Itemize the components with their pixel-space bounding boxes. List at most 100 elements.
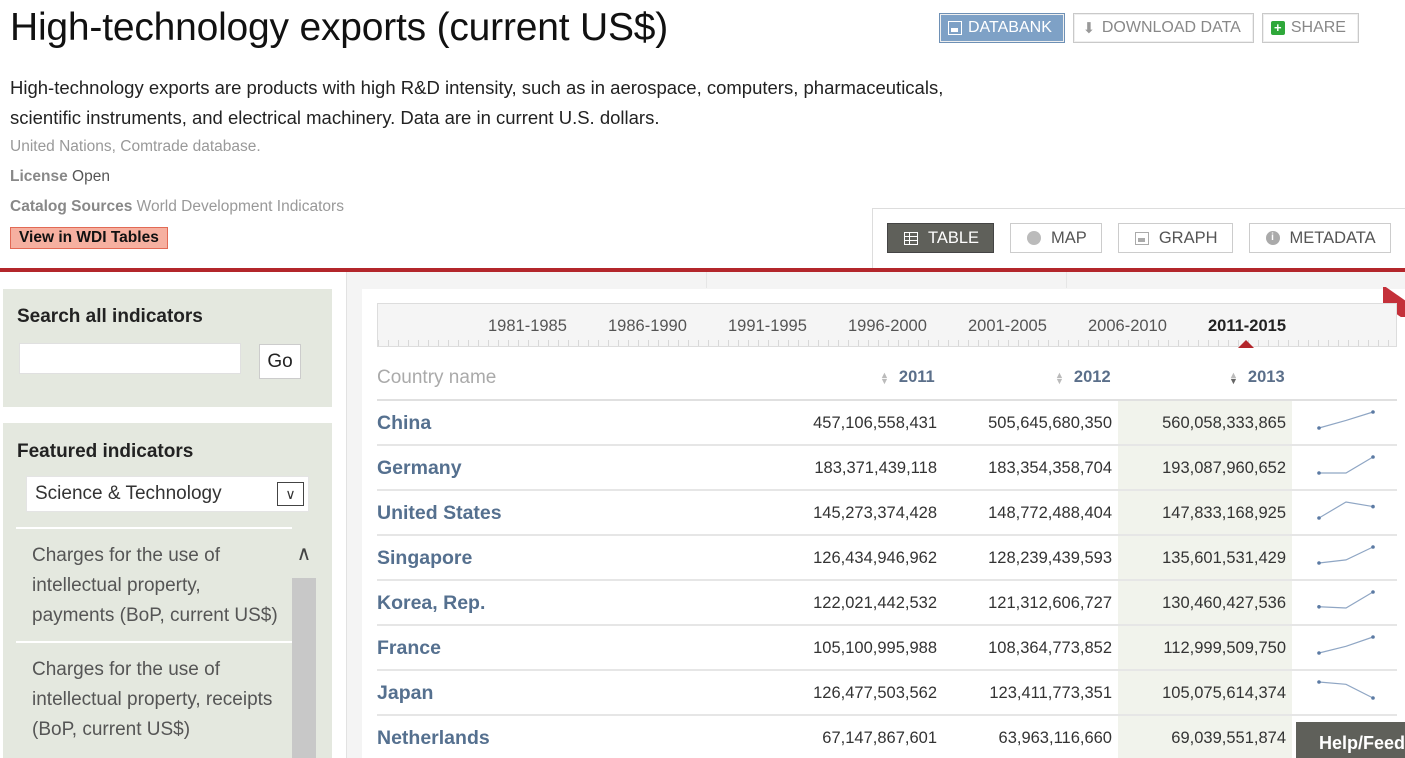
featured-category-select[interactable]: Science & Technology ∨ [26, 476, 309, 512]
year-header-2011[interactable]: ▲ ▼ 2011 [880, 368, 935, 387]
license-value: Open [72, 168, 110, 185]
sparkline [1317, 590, 1375, 609]
value-cell-2011: 457,106,558,431 [813, 414, 937, 432]
table-row: France 105,100,995,988 108,364,773,852 112,… [377, 626, 1397, 671]
value-cell-2012: 505,645,680,350 [988, 414, 1112, 432]
featured-item[interactable]: Charges for the use of intellectual prop… [16, 527, 292, 641]
catalog-label: Catalog Sources [10, 198, 133, 215]
sparkline [1317, 455, 1375, 475]
action-buttons: DATABANK ⬇ DOWNLOAD DATA + SHARE [939, 13, 1359, 43]
country-link[interactable]: China [377, 412, 431, 435]
year-header-2013[interactable]: ▲ ▼ 2013 [1229, 368, 1285, 387]
value-cell-2011: 183,371,439,118 [814, 459, 937, 477]
sparkline-point [1371, 545, 1375, 549]
country-link[interactable]: Netherlands [377, 727, 490, 750]
featured-panel: Featured indicators Science & Technology… [3, 423, 332, 758]
search-input[interactable] [19, 343, 241, 374]
sparkline-point [1371, 455, 1375, 459]
country-link[interactable]: France [377, 637, 441, 660]
country-link[interactable]: Japan [377, 682, 433, 705]
sparkline [1317, 635, 1375, 655]
period-1986-1990[interactable]: 1986-1990 [608, 317, 687, 336]
go-button[interactable]: Go [259, 344, 301, 379]
globe-icon [1027, 231, 1042, 245]
year-label: 2012 [1073, 368, 1111, 386]
tab-metadata-label: METADATA [1289, 228, 1376, 247]
databank-label: DATABANK [968, 19, 1052, 36]
search-panel: Search all indicators Go [3, 289, 332, 407]
share-button[interactable]: + SHARE [1261, 13, 1359, 43]
info-icon: i [1265, 231, 1280, 245]
graph-icon [1134, 231, 1149, 245]
tab-map-label: MAP [1051, 228, 1087, 247]
download-icon: ⬇ [1082, 20, 1096, 37]
sparkline [1317, 501, 1375, 520]
value-cell-2011: 145,273,374,428 [813, 504, 937, 522]
value-cell-2013: 130,460,427,536 [1162, 594, 1286, 612]
help-feedback-tab[interactable]: Help/Feed [1296, 722, 1405, 758]
sparkline-point [1317, 561, 1321, 565]
value-cell-2013: 147,833,168,925 [1162, 504, 1286, 522]
country-link[interactable]: Germany [377, 457, 462, 480]
sort-icon: ▲ ▼ [880, 369, 889, 386]
databank-button[interactable]: DATABANK [939, 13, 1065, 43]
download-data-button[interactable]: ⬇ DOWNLOAD DATA [1072, 13, 1254, 43]
country-link[interactable]: Singapore [377, 547, 472, 570]
period-1991-1995[interactable]: 1991-1995 [728, 317, 807, 336]
country-link[interactable]: United States [377, 502, 502, 525]
active-period-marker [1238, 340, 1254, 348]
year-header-2012[interactable]: ▲ ▼ 2012 [1055, 368, 1111, 387]
period-2001-2005[interactable]: 2001-2005 [968, 317, 1047, 336]
sparkline-point [1317, 651, 1321, 655]
sparkline-point [1317, 426, 1321, 430]
tab-map[interactable]: MAP [1010, 223, 1102, 253]
sparkline-point [1371, 410, 1375, 414]
download-label: DOWNLOAD DATA [1101, 19, 1241, 36]
value-cell-2012: 108,364,773,852 [988, 639, 1112, 657]
country-link[interactable]: Korea, Rep. [377, 592, 485, 615]
period-2006-2010[interactable]: 2006-2010 [1088, 317, 1167, 336]
period-1981-1985[interactable]: 1981-1985 [488, 317, 567, 336]
license-line: License Open [10, 168, 110, 186]
chevron-down-icon[interactable]: ∨ [277, 482, 304, 506]
year-label: 2011 [898, 368, 935, 386]
view-tabs: TABLE MAP GRAPH i METADATA [887, 223, 1391, 253]
sparkline-line [1318, 546, 1374, 564]
country-name-header[interactable]: Country name [377, 367, 496, 389]
catalog-value: World Development Indicators [136, 198, 344, 215]
value-cell-2011: 126,477,503,562 [813, 684, 937, 702]
sparkline-line [1319, 456, 1374, 474]
tab-table[interactable]: TABLE [887, 223, 995, 253]
value-cell-2013: 69,039,551,874 [1171, 729, 1286, 747]
period-selector: 1981-1985 1986-1990 1991-1995 1996-2000 … [377, 303, 1397, 348]
value-cell-2012: 63,963,116,660 [998, 729, 1112, 747]
value-cell-2013: 193,087,960,652 [1162, 459, 1286, 477]
tab-graph[interactable]: GRAPH [1117, 223, 1233, 253]
license-label: License [10, 168, 68, 185]
sparkline [1317, 410, 1375, 430]
year-label: 2013 [1247, 368, 1285, 386]
period-2011-2015[interactable]: 2011-2015 [1208, 317, 1286, 336]
databank-icon [948, 21, 962, 35]
source-note: United Nations, Comtrade database. [10, 138, 261, 155]
sparkline-point [1317, 680, 1321, 684]
tab-graph-label: GRAPH [1158, 228, 1218, 247]
divider [1066, 272, 1067, 288]
sparkline-line [1318, 636, 1374, 654]
period-1996-2000[interactable]: 1996-2000 [848, 317, 927, 336]
plus-icon: + [1270, 21, 1285, 35]
featured-scrollbar[interactable]: ∧ [292, 528, 316, 758]
sparkline-line [1318, 411, 1374, 429]
sparkline-line [1318, 501, 1374, 519]
chevron-up-icon[interactable]: ∧ [292, 528, 316, 578]
featured-title: Featured indicators [17, 441, 194, 462]
featured-list: Charges for the use of intellectual prop… [16, 527, 292, 755]
tab-metadata[interactable]: i METADATA [1248, 223, 1391, 253]
search-title: Search all indicators [17, 306, 203, 327]
featured-item[interactable]: Charges for the use of intellectual prop… [16, 641, 292, 755]
value-cell-2013: 112,999,509,750 [1163, 639, 1286, 657]
page-title: High-technology exports (current US$) [10, 6, 669, 49]
value-cell-2011: 122,021,442,532 [813, 594, 937, 612]
sparkline-line [1318, 681, 1374, 699]
view-in-wdi-tables-button[interactable]: View in WDI Tables [10, 227, 168, 249]
